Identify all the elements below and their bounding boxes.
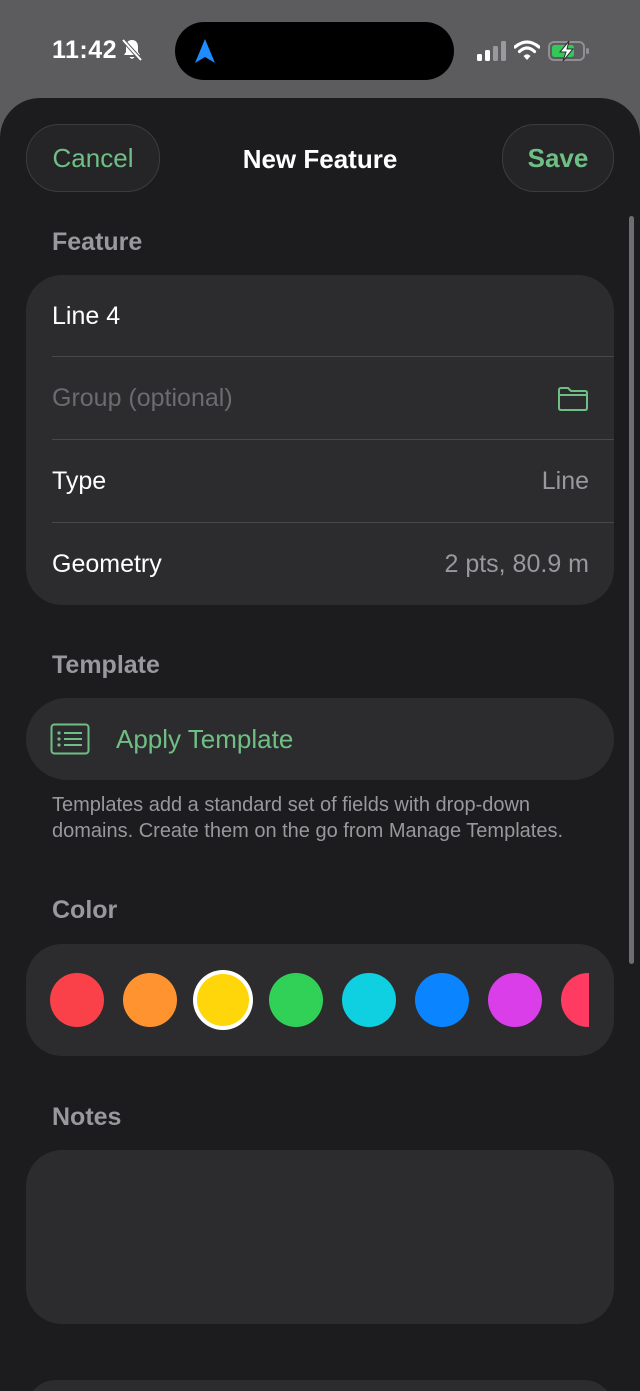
group-field-row[interactable]: Group (optional) [52,357,589,440]
color-swatch[interactable] [50,973,104,1027]
scrollbar[interactable] [629,216,634,964]
silent-mode-icon [121,38,143,62]
geometry-row[interactable]: Geometry 2 pts, 80.9 m [52,523,589,606]
new-feature-sheet: Cancel New Feature Save Feature Line 4 G… [0,98,640,1391]
type-row[interactable]: Type Line [52,440,589,523]
status-bar: 11:42 [0,0,640,100]
name-field-value[interactable]: Line 4 [52,302,120,331]
color-swatch[interactable] [415,973,469,1027]
color-swatch[interactable] [342,973,396,1027]
template-section-label: Template [52,651,160,679]
feature-section-label: Feature [52,228,143,256]
status-time: 11:42 [52,36,118,64]
feature-card: Line 4 Group (optional) Type Line Geomet… [26,275,614,605]
save-button[interactable]: Save [502,124,614,192]
color-section-label: Color [52,896,118,924]
list-template-icon [50,723,90,755]
notes-section-label: Notes [52,1103,122,1131]
geometry-value: 2 pts, 80.9 m [444,550,589,578]
color-swatch[interactable] [197,974,249,1026]
next-section-card [26,1380,614,1391]
template-helper-text: Templates add a standard set of fields w… [52,794,564,842]
dynamic-island [175,22,454,80]
color-swatch[interactable] [123,973,177,1027]
color-swatch[interactable] [269,973,323,1027]
type-value: Line [541,467,589,495]
folder-icon[interactable] [557,386,589,412]
apply-template-label: Apply Template [116,723,294,754]
wifi-icon [514,40,540,60]
color-swatch[interactable] [488,973,542,1027]
name-field-row[interactable]: Line 4 [52,275,589,358]
navigation-arrow-icon [195,39,215,63]
geometry-label: Geometry [52,550,162,578]
notes-textarea[interactable] [26,1150,614,1324]
battery-charging-icon [548,40,589,62]
cellular-signal-icon [477,41,506,61]
group-field-placeholder[interactable]: Group (optional) [52,384,233,413]
color-picker [26,944,614,1056]
type-label: Type [52,467,107,495]
apply-template-button[interactable]: Apply Template [26,698,614,780]
color-swatch[interactable] [561,973,589,1027]
swatch-row [50,944,589,1056]
